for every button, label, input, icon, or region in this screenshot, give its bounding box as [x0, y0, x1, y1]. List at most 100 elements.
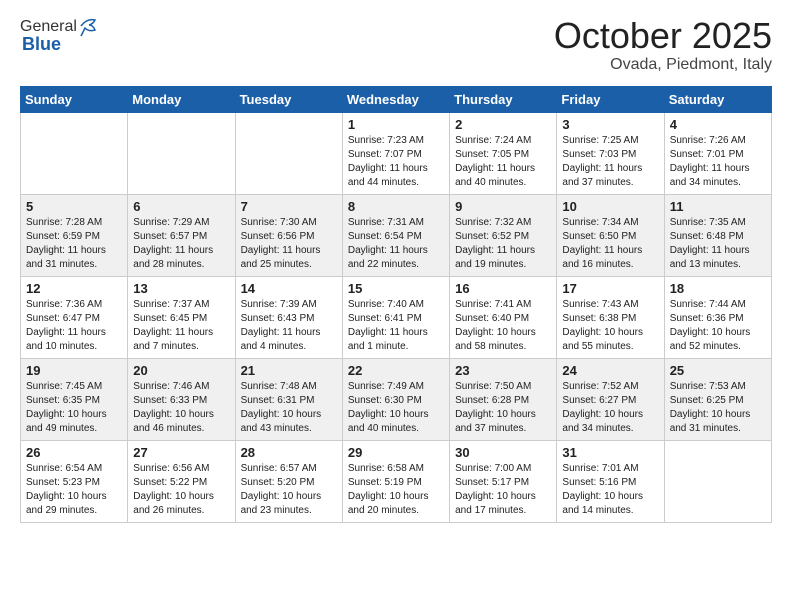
- day-info: Sunrise: 7:37 AM Sunset: 6:45 PM Dayligh…: [133, 298, 229, 354]
- calendar-day-cell: 20 Sunrise: 7:46 AM Sunset: 6:33 PM Dayli…: [128, 358, 235, 440]
- day-info: Sunrise: 7:00 AM Sunset: 5:17 PM Dayligh…: [455, 462, 551, 518]
- day-number: 26: [26, 445, 122, 460]
- calendar-day-cell: 25 Sunrise: 7:53 AM Sunset: 6:25 PM Dayli…: [664, 358, 771, 440]
- day-number: 14: [241, 281, 337, 296]
- calendar-week-row: 19 Sunrise: 7:45 AM Sunset: 6:35 PM Dayli…: [21, 358, 772, 440]
- day-info: Sunrise: 7:49 AM Sunset: 6:30 PM Dayligh…: [348, 380, 444, 436]
- day-info: Sunrise: 7:53 AM Sunset: 6:25 PM Dayligh…: [670, 380, 766, 436]
- day-number: 9: [455, 199, 551, 214]
- day-number: 15: [348, 281, 444, 296]
- calendar-day-cell: 4Sunrise: 7:26 AM Sunset: 7:01 PM Daylig…: [664, 112, 771, 194]
- header: General Blue October 2025 Ovada, Piedmon…: [20, 16, 772, 74]
- day-info: Sunrise: 6:58 AM Sunset: 5:19 PM Dayligh…: [348, 462, 444, 518]
- calendar-day-cell: 28Sunrise: 6:57 AM Sunset: 5:20 PM Dayli…: [235, 440, 342, 522]
- day-number: 22: [348, 363, 444, 378]
- calendar-day-cell: 31Sunrise: 7:01 AM Sunset: 5:16 PM Dayli…: [557, 440, 664, 522]
- day-number: 6: [133, 199, 229, 214]
- day-number: 3: [562, 117, 658, 132]
- day-number: 29: [348, 445, 444, 460]
- day-number: 17: [562, 281, 658, 296]
- calendar-day-cell: 26 Sunrise: 6:54 AM Sunset: 5:23 PM Dayli…: [21, 440, 128, 522]
- day-info: Sunrise: 6:56 AM Sunset: 5:22 PM Dayligh…: [133, 462, 229, 518]
- day-number: 13: [133, 281, 229, 296]
- calendar-day-cell: 1Sunrise: 7:23 AM Sunset: 7:07 PM Daylig…: [342, 112, 449, 194]
- day-number: 23: [455, 363, 551, 378]
- day-header-wednesday: Wednesday: [342, 86, 449, 112]
- day-number: 12: [26, 281, 122, 296]
- calendar-day-cell: 2Sunrise: 7:24 AM Sunset: 7:05 PM Daylig…: [450, 112, 557, 194]
- day-info: Sunrise: 7:28 AM Sunset: 6:59 PM Dayligh…: [26, 216, 122, 272]
- day-number: 30: [455, 445, 551, 460]
- day-header-friday: Friday: [557, 86, 664, 112]
- day-info: Sunrise: 7:23 AM Sunset: 7:07 PM Dayligh…: [348, 134, 444, 190]
- calendar-day-cell: [128, 112, 235, 194]
- day-number: 20: [133, 363, 229, 378]
- calendar-day-cell: 15 Sunrise: 7:40 AM Sunset: 6:41 PM Dayli…: [342, 276, 449, 358]
- day-info: Sunrise: 7:39 AM Sunset: 6:43 PM Dayligh…: [241, 298, 337, 354]
- calendar-table: SundayMondayTuesdayWednesdayThursdayFrid…: [20, 86, 772, 523]
- day-info: Sunrise: 7:29 AM Sunset: 6:57 PM Dayligh…: [133, 216, 229, 272]
- day-number: 18: [670, 281, 766, 296]
- day-info: Sunrise: 7:45 AM Sunset: 6:35 PM Dayligh…: [26, 380, 122, 436]
- day-info: Sunrise: 7:32 AM Sunset: 6:52 PM Dayligh…: [455, 216, 551, 272]
- calendar-week-row: 1Sunrise: 7:23 AM Sunset: 7:07 PM Daylig…: [21, 112, 772, 194]
- day-info: Sunrise: 7:40 AM Sunset: 6:41 PM Dayligh…: [348, 298, 444, 354]
- calendar-day-cell: 11 Sunrise: 7:35 AM Sunset: 6:48 PM Dayli…: [664, 194, 771, 276]
- logo: General Blue: [20, 16, 97, 55]
- day-info: Sunrise: 7:44 AM Sunset: 6:36 PM Dayligh…: [670, 298, 766, 354]
- day-info: Sunrise: 7:31 AM Sunset: 6:54 PM Dayligh…: [348, 216, 444, 272]
- page: General Blue October 2025 Ovada, Piedmon…: [0, 0, 792, 539]
- calendar-week-row: 5Sunrise: 7:28 AM Sunset: 6:59 PM Daylig…: [21, 194, 772, 276]
- logo-bird-icon: [79, 16, 97, 38]
- title-block: October 2025 Ovada, Piedmont, Italy: [554, 16, 772, 74]
- day-header-monday: Monday: [128, 86, 235, 112]
- calendar-day-cell: 10Sunrise: 7:34 AM Sunset: 6:50 PM Dayli…: [557, 194, 664, 276]
- location-subtitle: Ovada, Piedmont, Italy: [554, 56, 772, 74]
- calendar-day-cell: 16 Sunrise: 7:41 AM Sunset: 6:40 PM Dayli…: [450, 276, 557, 358]
- month-title: October 2025: [554, 16, 772, 56]
- day-info: Sunrise: 6:54 AM Sunset: 5:23 PM Dayligh…: [26, 462, 122, 518]
- day-info: Sunrise: 7:52 AM Sunset: 6:27 PM Dayligh…: [562, 380, 658, 436]
- calendar-day-cell: 8 Sunrise: 7:31 AM Sunset: 6:54 PM Daylig…: [342, 194, 449, 276]
- calendar-day-cell: 24Sunrise: 7:52 AM Sunset: 6:27 PM Dayli…: [557, 358, 664, 440]
- day-info: Sunrise: 7:43 AM Sunset: 6:38 PM Dayligh…: [562, 298, 658, 354]
- calendar-day-cell: 30 Sunrise: 7:00 AM Sunset: 5:17 PM Dayli…: [450, 440, 557, 522]
- day-info: Sunrise: 7:01 AM Sunset: 5:16 PM Dayligh…: [562, 462, 658, 518]
- calendar-day-cell: 5Sunrise: 7:28 AM Sunset: 6:59 PM Daylig…: [21, 194, 128, 276]
- day-info: Sunrise: 7:46 AM Sunset: 6:33 PM Dayligh…: [133, 380, 229, 436]
- calendar-day-cell: 29 Sunrise: 6:58 AM Sunset: 5:19 PM Dayli…: [342, 440, 449, 522]
- calendar-day-cell: 27 Sunrise: 6:56 AM Sunset: 5:22 PM Dayli…: [128, 440, 235, 522]
- calendar-day-cell: 13 Sunrise: 7:37 AM Sunset: 6:45 PM Dayli…: [128, 276, 235, 358]
- day-header-tuesday: Tuesday: [235, 86, 342, 112]
- day-number: 8: [348, 199, 444, 214]
- calendar-day-cell: 21 Sunrise: 7:48 AM Sunset: 6:31 PM Dayli…: [235, 358, 342, 440]
- day-number: 25: [670, 363, 766, 378]
- day-number: 11: [670, 199, 766, 214]
- day-number: 2: [455, 117, 551, 132]
- calendar-week-row: 26 Sunrise: 6:54 AM Sunset: 5:23 PM Dayli…: [21, 440, 772, 522]
- calendar-day-cell: 7Sunrise: 7:30 AM Sunset: 6:56 PM Daylig…: [235, 194, 342, 276]
- day-number: 19: [26, 363, 122, 378]
- calendar-week-row: 12Sunrise: 7:36 AM Sunset: 6:47 PM Dayli…: [21, 276, 772, 358]
- day-info: Sunrise: 7:50 AM Sunset: 6:28 PM Dayligh…: [455, 380, 551, 436]
- calendar-day-cell: 17 Sunrise: 7:43 AM Sunset: 6:38 PM Dayli…: [557, 276, 664, 358]
- calendar-day-cell: 6 Sunrise: 7:29 AM Sunset: 6:57 PM Daylig…: [128, 194, 235, 276]
- day-number: 27: [133, 445, 229, 460]
- day-info: Sunrise: 7:41 AM Sunset: 6:40 PM Dayligh…: [455, 298, 551, 354]
- day-number: 16: [455, 281, 551, 296]
- day-info: Sunrise: 7:48 AM Sunset: 6:31 PM Dayligh…: [241, 380, 337, 436]
- calendar-day-cell: 14 Sunrise: 7:39 AM Sunset: 6:43 PM Dayli…: [235, 276, 342, 358]
- calendar-day-cell: 18 Sunrise: 7:44 AM Sunset: 6:36 PM Dayli…: [664, 276, 771, 358]
- day-header-saturday: Saturday: [664, 86, 771, 112]
- calendar-day-cell: [21, 112, 128, 194]
- day-info: Sunrise: 7:34 AM Sunset: 6:50 PM Dayligh…: [562, 216, 658, 272]
- calendar-day-cell: [235, 112, 342, 194]
- day-number: 7: [241, 199, 337, 214]
- day-number: 28: [241, 445, 337, 460]
- day-info: Sunrise: 7:25 AM Sunset: 7:03 PM Dayligh…: [562, 134, 658, 190]
- calendar-day-cell: 23 Sunrise: 7:50 AM Sunset: 6:28 PM Dayli…: [450, 358, 557, 440]
- day-info: Sunrise: 7:35 AM Sunset: 6:48 PM Dayligh…: [670, 216, 766, 272]
- day-header-sunday: Sunday: [21, 86, 128, 112]
- day-header-thursday: Thursday: [450, 86, 557, 112]
- day-number: 21: [241, 363, 337, 378]
